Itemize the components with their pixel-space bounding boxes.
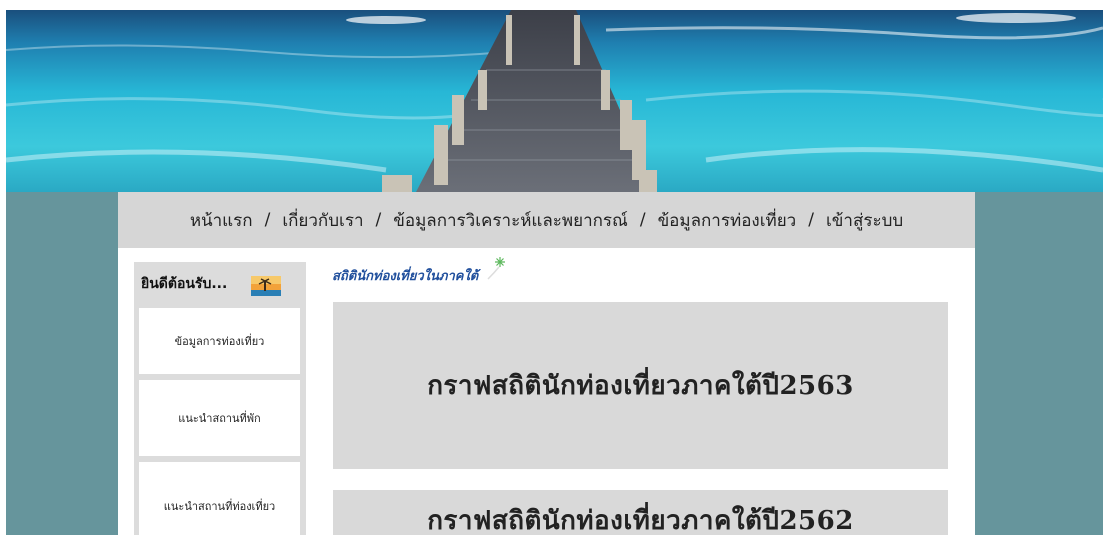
sidebar-item-label: แนะนำสถานที่ท่องเที่ยว [163, 499, 276, 513]
nav-separator: / [264, 210, 271, 230]
nav-separator: / [808, 210, 814, 230]
chart-card-title: กราฟสถิตินักท่องเที่ยวภาคใต้ปี2563 [427, 371, 854, 401]
sidebar-item-tourism-info[interactable]: ข้อมูลการท่องเที่ยว [139, 308, 300, 374]
sparkle-icon [486, 255, 508, 285]
main-heading: สถิตินักท่องเที่ยวในภาคใต้ [332, 268, 479, 284]
sidebar-item-accommodation[interactable]: แนะนำสถานที่พัก [139, 380, 300, 456]
chart-card-2563: กราฟสถิตินักท่องเที่ยวภาคใต้ปี2563 [333, 302, 948, 469]
header-banner [6, 10, 1103, 192]
nav-separator: / [639, 210, 646, 230]
nav-item-analysis-forecast[interactable]: ข้อมูลการวิเคราะห์และพยากรณ์ [390, 207, 631, 234]
sidebar-item-label: แนะนำสถานที่พัก [178, 412, 261, 425]
beach-sunset-icon [251, 276, 281, 296]
nav-separator: / [375, 210, 382, 230]
nav-item-about[interactable]: เกี่ยวกับเรา [279, 207, 366, 234]
main-heading-row: สถิตินักท่องเที่ยวในภาคใต้ [332, 257, 508, 290]
sidebar-item-attractions[interactable]: แนะนำสถานที่ท่องเที่ยว [139, 462, 300, 549]
content-area: ยินดีต้อนรับ... ข้อมูลการท่องเที่ยว แนะน… [118, 248, 975, 549]
nav-list: หน้าแรก / เกี่ยวกับเรา / ข้อมูลการวิเครา… [187, 207, 906, 234]
sea-pier-image [6, 10, 1103, 192]
nav-item-tourism-info[interactable]: ข้อมูลการท่องเที่ยว [655, 207, 800, 234]
main-navbar: หน้าแรก / เกี่ยวกับเรา / ข้อมูลการวิเครา… [118, 192, 975, 248]
sidebar-title: ยินดีต้อนรับ... [141, 276, 228, 292]
nav-item-login[interactable]: เข้าสู่ระบบ [823, 207, 906, 234]
sidebar-item-label: ข้อมูลการท่องเที่ยว [174, 335, 265, 348]
nav-item-home[interactable]: หน้าแรก [187, 207, 256, 234]
chart-card-2562: กราฟสถิตินักท่องเที่ยวภาคใต้ปี2562 [333, 490, 948, 536]
sidebar: ยินดีต้อนรับ... ข้อมูลการท่องเที่ยว แนะน… [134, 262, 306, 549]
